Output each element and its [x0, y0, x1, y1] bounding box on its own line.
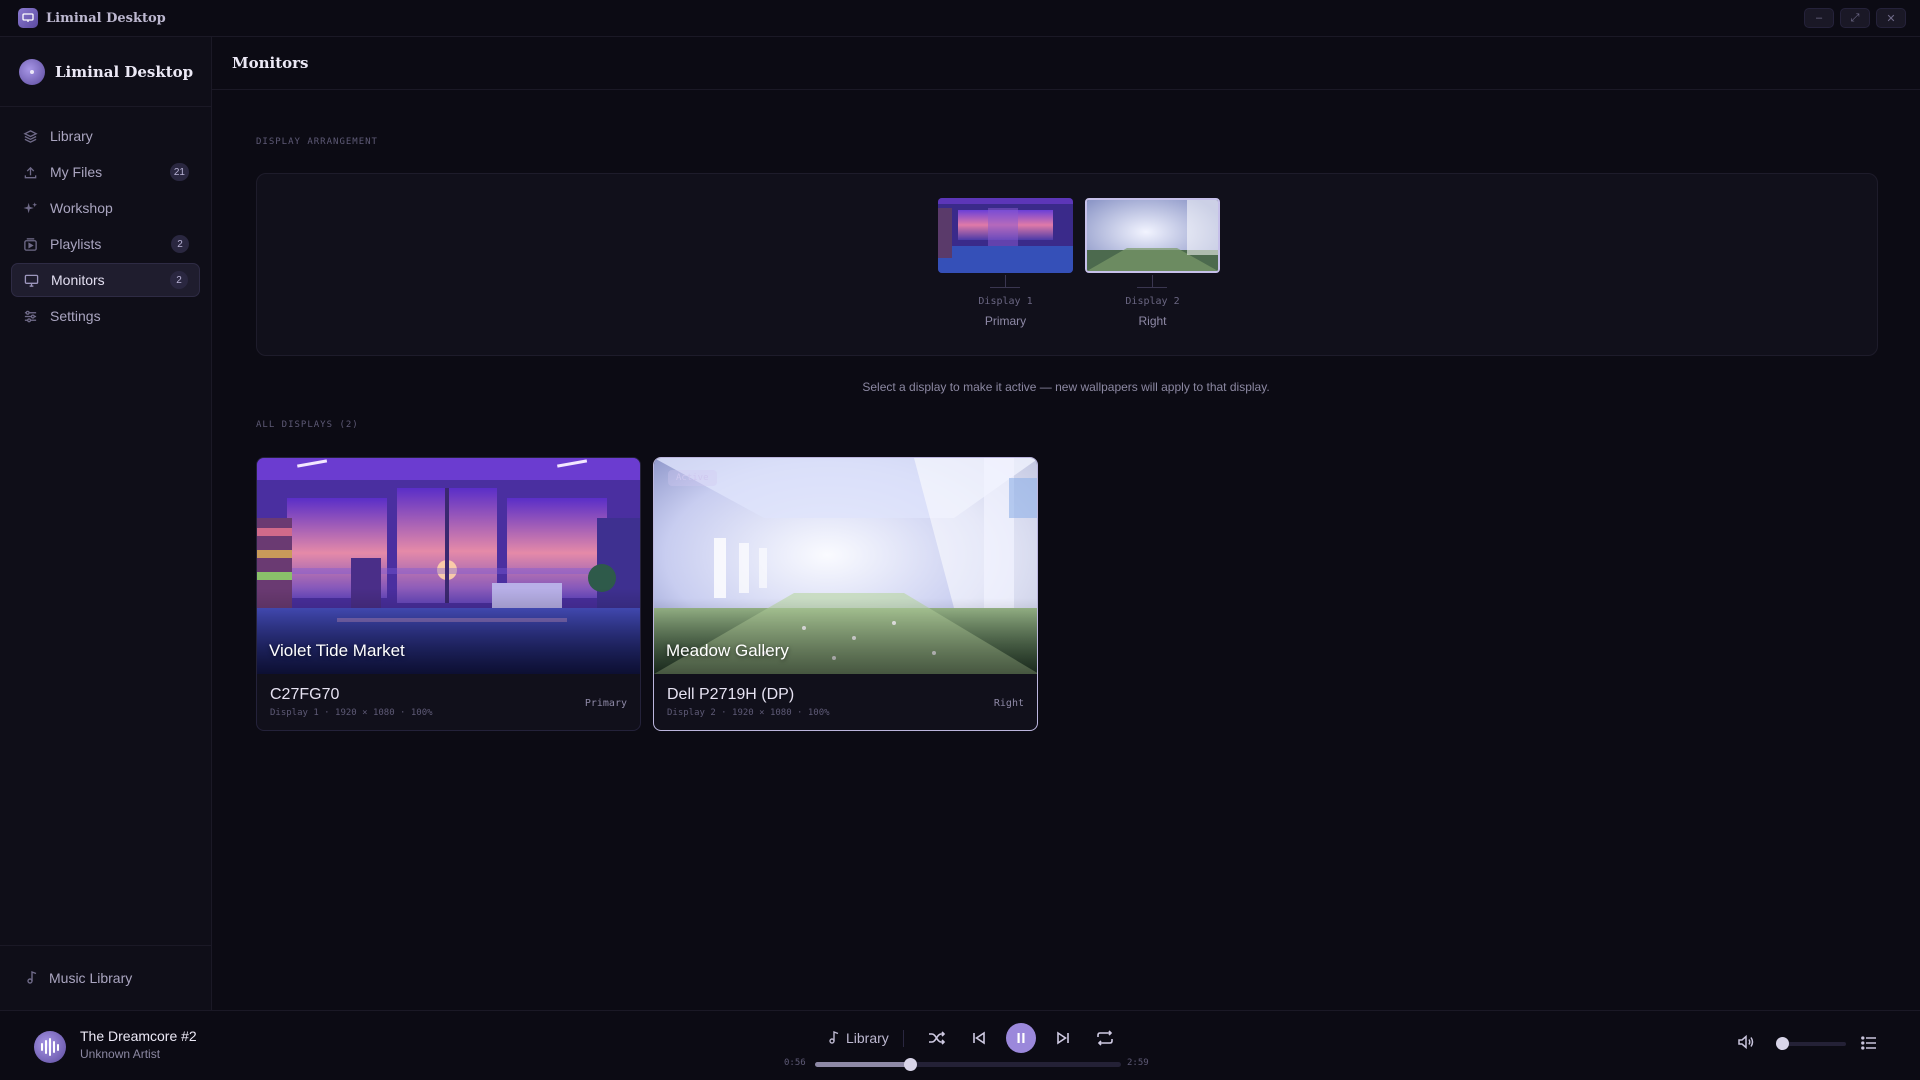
sidebar-item-workshop[interactable]: Workshop	[11, 191, 200, 225]
sidebar-item-label: Workshop	[50, 200, 113, 216]
page-title: Monitors	[232, 54, 309, 72]
queue-list-icon	[1861, 1036, 1876, 1050]
next-button[interactable]	[1048, 1023, 1078, 1053]
shuffle-button[interactable]	[922, 1023, 952, 1053]
display-1-base	[990, 287, 1020, 288]
sidebar-item-my-files[interactable]: My Files 21	[11, 155, 200, 189]
display-2-position: Right	[993, 698, 1024, 709]
close-button[interactable]: ✕	[1876, 8, 1906, 28]
elapsed-time: 0:56	[784, 1058, 806, 1068]
layers-icon	[22, 128, 38, 144]
display-2-stand	[1152, 275, 1153, 287]
display-arrangement: Display 1 Primary Display 2 Right	[256, 173, 1878, 356]
display-2-base	[1137, 287, 1167, 288]
now-playing-title: The Dreamcore #2	[80, 1028, 197, 1044]
repeat-button[interactable]	[1090, 1023, 1120, 1053]
previous-button[interactable]	[964, 1023, 994, 1053]
display-1-model: C27FG70	[270, 686, 340, 703]
arrangement-display-2-label: Display 2	[1125, 296, 1180, 307]
playlist-icon	[22, 236, 38, 252]
app-monitor-icon	[18, 8, 38, 28]
maximize-button[interactable]: ⤢	[1840, 8, 1870, 28]
monitors-count-badge: 2	[170, 271, 188, 289]
seek-bar-fill	[815, 1062, 911, 1067]
player-bar: The Dreamcore #2 Unknown Artist Library	[0, 1010, 1920, 1080]
repeat-icon	[1096, 1030, 1113, 1046]
sidebar-item-label: Monitors	[51, 272, 105, 288]
display-1-position: Primary	[584, 698, 627, 709]
brand-logo-icon	[19, 58, 45, 85]
sidebar-item-music-library[interactable]: Music Library	[0, 945, 211, 1010]
sidebar-item-label: Playlists	[50, 236, 102, 252]
music-library-label: Music Library	[49, 970, 133, 986]
arrangement-display-1-label: Display 1	[978, 296, 1033, 307]
arrangement-section-label: DISPLAY ARRANGEMENT	[256, 137, 378, 147]
music-note-icon	[26, 970, 39, 987]
queue-button[interactable]	[1861, 1036, 1877, 1055]
display-1-wallpaper-name: Violet Tide Market	[269, 641, 405, 660]
display-2-wallpaper-name: Meadow Gallery	[666, 641, 789, 660]
duration-time: 2:59	[1127, 1058, 1149, 1068]
sliders-icon	[22, 308, 38, 324]
brand-name: Liminal Desktop	[55, 62, 194, 81]
pause-button[interactable]	[1005, 1023, 1036, 1053]
now-playing-waveform-icon	[34, 1031, 66, 1063]
sidebar-item-label: My Files	[50, 164, 103, 180]
display-select-hint: Select a display to make it active — new…	[862, 380, 1270, 394]
playlists-count-badge: 2	[171, 235, 189, 253]
sidebar-item-label: Library	[50, 128, 93, 144]
title-bar: Liminal Desktop – ⤢ ✕	[0, 0, 1920, 37]
sidebar-item-library[interactable]: Library	[11, 119, 200, 153]
sparkle-icon	[22, 200, 38, 216]
seek-bar[interactable]	[815, 1058, 1121, 1071]
arrangement-display-1-position: Primary	[984, 314, 1027, 328]
sidebar-item-playlists[interactable]: Playlists 2	[11, 227, 200, 261]
minimize-button[interactable]: –	[1804, 8, 1834, 28]
sidebar-item-label: Settings	[50, 308, 101, 324]
volume-slider[interactable]	[1776, 1037, 1846, 1050]
player-library-label: Library	[846, 1030, 889, 1046]
now-playing-artist: Unknown Artist	[80, 1047, 161, 1061]
display-2-meta: Display 2 · 1920 × 1080 · 100%	[667, 708, 830, 718]
sidebar-nav: Library My Files 21 Workshop Playlists 2	[0, 107, 211, 347]
pause-icon	[1017, 1033, 1025, 1043]
sidebar-item-monitors[interactable]: Monitors 2	[11, 263, 200, 297]
display-card-1[interactable]: Violet Tide Market C27FG70 Display 1 · 1…	[256, 457, 641, 731]
display-1-meta: Display 1 · 1920 × 1080 · 100%	[270, 708, 433, 718]
volume-icon	[1738, 1034, 1754, 1050]
sidebar: Liminal Desktop Library My Files 21 Work…	[0, 37, 212, 1010]
skip-previous-icon	[972, 1031, 985, 1045]
upload-icon	[22, 164, 38, 180]
skip-next-icon	[1056, 1031, 1069, 1045]
all-displays-section-label: ALL DISPLAYS (2)	[256, 420, 359, 430]
display-2-model: Dell P2719H (DP)	[667, 686, 795, 703]
display-card-2[interactable]: Active Meadow Gallery Dell P2719H (DP) D…	[653, 457, 1038, 731]
shuffle-icon	[928, 1031, 945, 1045]
active-display-tag: Active	[668, 470, 717, 486]
display-1-stand	[1005, 275, 1006, 287]
playback-controls: Library	[828, 1023, 1126, 1053]
arrangement-display-2[interactable]	[1085, 198, 1220, 273]
sidebar-item-settings[interactable]: Settings	[11, 299, 200, 333]
music-note-icon	[828, 1030, 840, 1047]
window-title: Liminal Desktop	[46, 10, 166, 26]
arrangement-display-2-position: Right	[1138, 314, 1167, 328]
brand: Liminal Desktop	[0, 37, 211, 107]
page-header: Monitors	[212, 37, 1920, 90]
arrangement-display-1[interactable]	[938, 198, 1073, 273]
files-count-badge: 21	[169, 163, 189, 181]
player-library-button[interactable]: Library	[828, 1029, 904, 1047]
volume-handle[interactable]	[1776, 1037, 1789, 1050]
volume-button[interactable]	[1737, 1034, 1755, 1055]
monitor-icon	[23, 272, 39, 288]
main-content: Monitors DISPLAY ARRANGEMENT Display 1 P…	[212, 37, 1920, 1010]
